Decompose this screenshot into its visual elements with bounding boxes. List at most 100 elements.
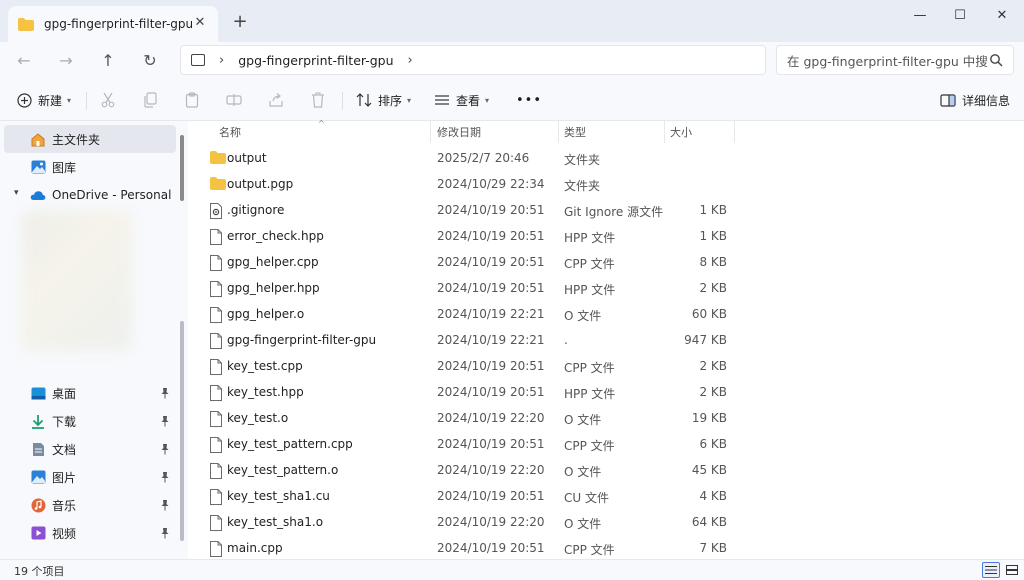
share-button[interactable] [268, 89, 284, 111]
file-type: O 文件 [564, 517, 602, 531]
back-button[interactable]: ← [14, 50, 34, 70]
file-row[interactable]: key_test_sha1.cu 2024/10/19 20:51 CU 文件 4 K… [204, 484, 964, 510]
sidebar-item-onedrive[interactable]: ▾ OneDrive - Personal [4, 181, 176, 209]
plus-circle-icon [16, 92, 32, 108]
sidebar-item-downloads[interactable]: 下载 [4, 407, 176, 435]
file-type: O 文件 [564, 413, 602, 427]
file-row[interactable]: .gitignore 2024/10/19 20:51 Git Ignore 源文件… [204, 198, 964, 224]
file-icon [210, 489, 224, 505]
copy-button[interactable] [142, 89, 158, 111]
file-row[interactable]: key_test.hpp 2024/10/19 20:51 HPP 文件 2 KB [204, 380, 964, 406]
sidebar-item-label: 下载 [52, 414, 77, 429]
rename-icon [226, 92, 242, 108]
up-button[interactable]: ↑ [98, 50, 118, 70]
forward-button[interactable]: → [56, 50, 76, 70]
breadcrumb-separator-icon[interactable]: › [219, 53, 224, 68]
new-button[interactable]: 新建 ▾ [16, 89, 71, 111]
sidebar-item-videos[interactable]: 视频 [4, 519, 176, 547]
file-icon [210, 437, 224, 453]
column-date[interactable]: 修改日期 [437, 124, 481, 140]
file-type: O 文件 [564, 309, 602, 323]
sort-button[interactable]: 排序 ▾ [356, 89, 411, 111]
file-type: HPP 文件 [564, 387, 616, 401]
file-icon [210, 463, 224, 479]
scissors-icon [100, 92, 116, 108]
cut-button[interactable] [100, 89, 116, 111]
paste-button[interactable] [184, 89, 200, 111]
address-field[interactable]: › gpg-fingerprint-filter-gpu › [180, 45, 766, 75]
column-divider[interactable] [430, 121, 431, 143]
file-row[interactable]: output 2025/2/7 20:46 文件夹 [204, 146, 964, 172]
item-count: 19 个项目 [14, 565, 65, 578]
view-button[interactable]: 查看 ▾ [434, 89, 489, 111]
file-row[interactable]: key_test.cpp 2024/10/19 20:51 CPP 文件 2 KB [204, 354, 964, 380]
pin-icon[interactable] [160, 387, 170, 399]
file-icon [210, 411, 224, 427]
sort-up-icon: ^ [318, 119, 325, 128]
status-bar: 19 个项目 [0, 559, 1024, 580]
pin-icon[interactable] [160, 415, 170, 427]
sidebar-scrollbar-thumb[interactable] [180, 135, 184, 201]
file-row[interactable]: gpg_helper.o 2024/10/19 22:21 O 文件 60 KB [204, 302, 964, 328]
sidebar-item-pictures[interactable]: 图片 [4, 463, 176, 491]
file-type: 文件夹 [564, 179, 601, 193]
sidebar-scrollbar-track[interactable] [180, 321, 184, 541]
file-row[interactable]: error_check.hpp 2024/10/19 20:51 HPP 文件 1 K… [204, 224, 964, 250]
file-row[interactable]: key_test_pattern.o 2024/10/19 22:20 O 文件 45… [204, 458, 964, 484]
file-size: 1 KB [699, 229, 727, 243]
file-name: key_test.hpp [227, 385, 304, 399]
file-name: gpg_helper.hpp [227, 281, 320, 295]
new-tab-button[interactable]: + [230, 12, 250, 32]
rename-button[interactable] [226, 89, 242, 111]
file-row[interactable]: key_test_pattern.cpp 2024/10/19 20:51 CPP … [204, 432, 964, 458]
column-size[interactable]: 大小 [670, 124, 692, 140]
file-row[interactable]: gpg_helper.cpp 2024/10/19 20:51 CPP 文件 8 KB [204, 250, 964, 276]
sidebar-item-home[interactable]: 主文件夹 [4, 125, 176, 153]
sidebar-item-gallery[interactable]: 图库 [4, 153, 176, 181]
file-date: 2024/10/19 20:51 [437, 255, 545, 269]
file-row[interactable]: output.pgp 2024/10/29 22:34 文件夹 [204, 172, 964, 198]
file-row[interactable]: key_test_sha1.o 2024/10/19 22:20 O 文件 64 KB [204, 510, 964, 536]
pin-icon[interactable] [160, 443, 170, 455]
file-size: 1 KB [699, 203, 727, 217]
file-icon [210, 385, 224, 401]
file-date: 2024/10/19 20:51 [437, 203, 545, 217]
breadcrumb-current[interactable]: gpg-fingerprint-filter-gpu [238, 53, 393, 68]
maximize-button[interactable]: ☐ [940, 0, 980, 30]
details-pane-button[interactable]: 详细信息 [940, 89, 1010, 111]
pin-icon[interactable] [160, 471, 170, 483]
sidebar-item-desktop[interactable]: 桌面 [4, 379, 176, 407]
more-options-icon[interactable]: ••• [516, 89, 542, 111]
file-icon [210, 541, 224, 557]
minimize-button[interactable]: — [900, 0, 940, 30]
tab-active[interactable]: gpg-fingerprint-filter-gpu ✕ [8, 6, 218, 42]
folder-icon [210, 177, 226, 193]
file-name: key_test_sha1.o [227, 515, 324, 529]
expand-chevron-icon[interactable]: ▾ [14, 188, 19, 198]
column-header: ^ 名称 修改日期 类型 大小 [190, 119, 1024, 143]
refresh-button[interactable]: ↻ [140, 50, 160, 70]
delete-button[interactable] [310, 89, 326, 111]
file-row[interactable]: gpg-fingerprint-filter-gpu 2024/10/19 22:… [204, 328, 964, 354]
close-window-button[interactable]: ✕ [982, 0, 1022, 30]
pin-icon[interactable] [160, 499, 170, 511]
column-name[interactable]: 名称 [219, 124, 241, 140]
column-divider[interactable] [734, 121, 735, 143]
sidebar-item-documents[interactable]: 文档 [4, 435, 176, 463]
sidebar-item-music[interactable]: 音乐 [4, 491, 176, 519]
details-view-button[interactable] [982, 562, 1000, 578]
column-divider[interactable] [664, 121, 665, 143]
search-input[interactable]: 在 gpg-fingerprint-filter-gpu 中搜 [776, 45, 1014, 75]
pin-icon[interactable] [160, 527, 170, 539]
tab-close-icon[interactable]: ✕ [192, 15, 208, 31]
file-name: gpg_helper.cpp [227, 255, 319, 269]
file-row[interactable]: key_test.o 2024/10/19 22:20 O 文件 19 KB [204, 406, 964, 432]
column-type[interactable]: 类型 [564, 124, 586, 140]
file-row[interactable]: gpg_helper.hpp 2024/10/19 20:51 HPP 文件 2 KB [204, 276, 964, 302]
tiles-view-button[interactable] [1003, 562, 1021, 578]
sidebar-item-label: 视频 [52, 526, 77, 541]
this-pc-icon[interactable] [191, 54, 205, 66]
column-divider[interactable] [558, 121, 559, 143]
breadcrumb-chevron-icon[interactable]: › [408, 53, 413, 68]
sidebar-item-label: 音乐 [52, 498, 77, 513]
